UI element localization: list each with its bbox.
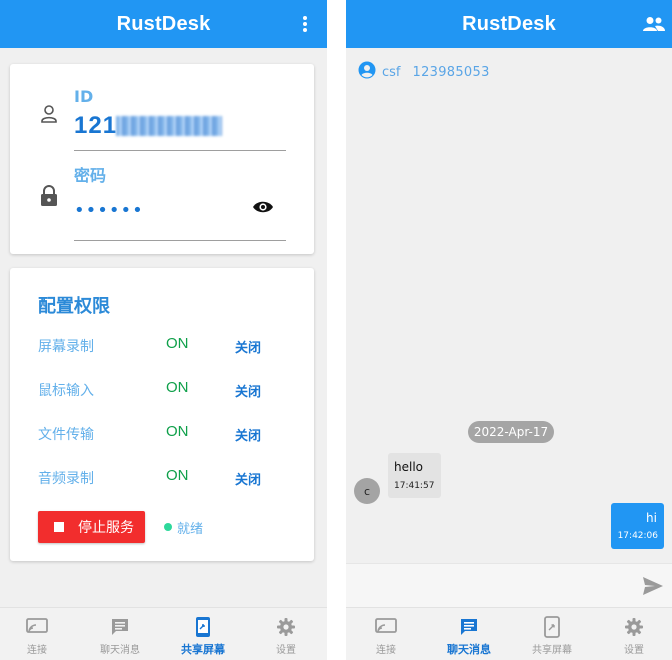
peer-id: 123985053 [412, 64, 490, 80]
nav-label: 设置 [276, 645, 296, 656]
nav-label: 设置 [624, 645, 644, 656]
permission-row-audio: 音频录制 ON 关闭 [38, 467, 298, 488]
permission-state: ON [166, 335, 189, 352]
permission-toggle-button[interactable]: 关闭 [235, 381, 261, 400]
password-underline [74, 240, 286, 241]
screen-share-icon [375, 616, 397, 638]
nav-connect[interactable]: 连接 [346, 608, 426, 660]
nav-label: 共享屏幕 [532, 645, 572, 656]
nav-label: 连接 [376, 645, 396, 656]
nav-label: 聊天消息 [100, 645, 140, 656]
status-dot [164, 523, 172, 531]
send-icon[interactable] [642, 576, 664, 596]
stop-service-label: 停止服务 [78, 520, 134, 536]
permission-name: 文件传输 [38, 427, 94, 443]
app-title: RustDesk [116, 12, 211, 35]
stop-service-button[interactable]: 停止服务 [38, 511, 145, 543]
password-value: •••••• [74, 200, 144, 221]
person-icon [40, 104, 60, 126]
permission-toggle-button[interactable]: 关闭 [235, 469, 261, 488]
nav-settings[interactable]: 设置 [594, 608, 672, 660]
permission-row-screen: 屏幕录制 ON 关闭 [38, 335, 298, 356]
id-value: 121 [74, 112, 118, 139]
eye-icon[interactable] [252, 199, 274, 215]
app-bar: RustDesk [346, 0, 672, 48]
nav-share-screen[interactable]: 共享屏幕 [163, 608, 243, 660]
gear-icon [623, 616, 645, 638]
permission-toggle-button[interactable]: 关闭 [235, 337, 261, 356]
permission-toggle-button[interactable]: 关闭 [235, 425, 261, 444]
permission-name: 鼠标输入 [38, 383, 94, 399]
people-icon[interactable] [642, 12, 666, 36]
lock-icon [40, 185, 60, 207]
server-info-card [10, 64, 314, 254]
nav-label: 共享屏幕 [181, 643, 225, 656]
permission-name: 音频录制 [38, 471, 94, 487]
nav-label: 连接 [27, 645, 47, 656]
chat-icon [458, 616, 480, 638]
mobile-screen-share-icon [192, 616, 214, 638]
share-screen-page: RustDesk ID 121 密码 •••••• 配置权限 屏幕录制 ON 关… [0, 0, 327, 660]
permission-row-file: 文件传输 ON 关闭 [38, 423, 298, 444]
permission-state: ON [166, 467, 189, 484]
message-time: 17:42:06 [617, 531, 658, 541]
more-vert-icon[interactable] [293, 12, 317, 36]
id-redacted [116, 116, 222, 136]
status-text: 就绪 [177, 522, 204, 537]
avatar: c [354, 478, 380, 504]
id-label: ID [74, 87, 94, 106]
nav-connect[interactable]: 连接 [0, 608, 77, 660]
bottom-navigation: 连接 聊天消息 共享屏幕 设置 [346, 607, 672, 660]
bottom-navigation: 连接 聊天消息 共享屏幕 设置 [0, 607, 327, 660]
app-title: RustDesk [462, 12, 556, 35]
permissions-title: 配置权限 [38, 296, 110, 317]
peer-name: csf [382, 64, 401, 80]
permission-name: 屏幕录制 [38, 339, 94, 355]
id-underline [74, 150, 286, 151]
message-bubble-outgoing: hi 17:42:06 [611, 503, 664, 549]
permission-row-mouse: 鼠标输入 ON 关闭 [38, 379, 298, 400]
chat-peer[interactable]: csf 123985053 [358, 61, 490, 83]
message-bubble-incoming: hello 17:41:57 [388, 453, 441, 498]
nav-label: 聊天消息 [447, 643, 491, 656]
chat-icon [109, 616, 131, 638]
message-time: 17:41:57 [394, 481, 435, 491]
permission-state: ON [166, 379, 189, 396]
nav-chat[interactable]: 聊天消息 [429, 608, 509, 660]
gear-icon [275, 616, 297, 638]
permission-state: ON [166, 423, 189, 440]
nav-settings[interactable]: 设置 [246, 608, 326, 660]
account-circle-icon [358, 61, 376, 83]
message-text: hi [646, 511, 657, 525]
password-label: 密码 [74, 166, 107, 185]
app-bar: RustDesk [0, 0, 327, 48]
mobile-screen-share-icon [541, 616, 563, 638]
chat-input[interactable] [356, 570, 616, 600]
nav-chat[interactable]: 聊天消息 [80, 608, 160, 660]
chat-input-bar [346, 563, 672, 607]
message-text: hello [394, 460, 423, 474]
nav-share-screen[interactable]: 共享屏幕 [512, 608, 592, 660]
screen-share-icon [26, 616, 48, 638]
date-chip: 2022-Apr-17 [468, 421, 554, 443]
stop-icon [54, 522, 64, 532]
chat-page: RustDesk csf 123985053 2022-Apr-17 c hel… [346, 0, 672, 660]
